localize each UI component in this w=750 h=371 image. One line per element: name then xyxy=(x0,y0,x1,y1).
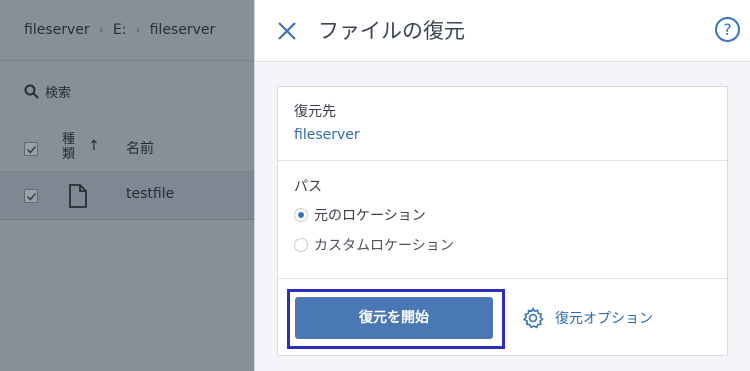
file-icon xyxy=(69,184,87,208)
destination-link[interactable]: fileserver xyxy=(294,127,360,143)
column-header-name[interactable]: 名前 xyxy=(126,138,154,158)
file-browser: fileserver › E: › fileserver 検索 種類 ↑ 名前 xyxy=(0,0,254,371)
breadcrumb-item[interactable]: E: xyxy=(113,22,127,38)
search-icon xyxy=(24,84,39,99)
chevron-right-icon: › xyxy=(135,22,141,38)
restore-panel: ファイルの復元 ? 復元先 fileserver パス 元のロケーション カスタ… xyxy=(254,0,750,371)
search-label: 検索 xyxy=(45,86,72,101)
destination-label: 復元先 xyxy=(294,104,336,120)
file-name: testfile xyxy=(126,186,175,202)
radio-custom-location[interactable]: カスタムロケーション xyxy=(294,235,454,255)
table-row[interactable]: testfile xyxy=(0,172,254,220)
radio-button-selected[interactable] xyxy=(294,208,308,222)
close-icon[interactable] xyxy=(275,19,299,43)
breadcrumb-item[interactable]: fileserver xyxy=(150,22,216,38)
check-icon xyxy=(26,145,37,154)
radio-label: カスタムロケーション xyxy=(314,238,454,254)
restore-options-label: 復元オプション xyxy=(555,311,653,327)
panel-title: ファイルの復元 xyxy=(318,19,465,43)
breadcrumb-item[interactable]: fileserver xyxy=(24,22,90,38)
radio-button[interactable] xyxy=(294,238,308,252)
check-icon xyxy=(26,192,37,201)
select-all-checkbox[interactable] xyxy=(24,142,38,156)
help-icon[interactable]: ? xyxy=(715,17,740,42)
radio-label: 元のロケーション xyxy=(314,208,426,224)
destination-section: 復元先 fileserver xyxy=(278,87,727,161)
row-checkbox[interactable] xyxy=(24,189,38,203)
path-label: パス xyxy=(294,179,322,195)
radio-original-location[interactable]: 元のロケーション xyxy=(294,205,426,225)
gear-icon xyxy=(522,306,544,329)
search-button[interactable]: 検索 xyxy=(24,82,71,101)
restore-options-link[interactable]: 復元オプション xyxy=(521,306,653,330)
path-section: パス 元のロケーション カスタムロケーション xyxy=(278,162,727,279)
column-header-type[interactable]: 種類 xyxy=(62,132,76,162)
chevron-right-icon: › xyxy=(98,22,104,38)
sort-up-icon[interactable]: ↑ xyxy=(88,138,100,154)
breadcrumb: fileserver › E: › fileserver xyxy=(0,0,254,61)
start-restore-button[interactable]: 復元を開始 xyxy=(295,297,493,339)
panel-header: ファイルの復元 ? xyxy=(255,0,750,62)
table-header: 種類 ↑ 名前 xyxy=(0,124,254,172)
